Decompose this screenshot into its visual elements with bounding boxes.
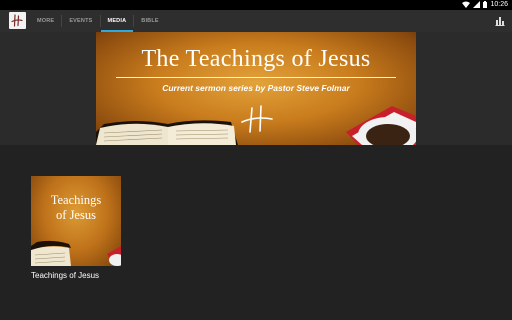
thumbnail-title: Teachings of Jesus — [31, 193, 121, 223]
thumbnail-title-line1: Teachings — [50, 193, 102, 207]
media-item-thumbnail[interactable]: Teachings of Jesus — [31, 176, 121, 266]
banner-title: The Teachings of Jesus — [141, 46, 371, 72]
status-time: 10:26 — [490, 1, 508, 8]
banner-subtitle: Current sermon series by Pastor Steve Fo… — [162, 83, 350, 93]
tab-bible[interactable]: BIBLE — [134, 10, 166, 32]
media-item-label[interactable]: Teachings of Jesus — [31, 271, 99, 280]
status-bar: 10:26 — [0, 0, 512, 10]
thumbnail-title-line2: of Jesus — [56, 208, 96, 222]
series-banner[interactable]: The Teachings of Jesus Current sermon se… — [96, 32, 416, 145]
nav-tabs: MORE EVENTS MEDIA BIBLE — [30, 10, 166, 32]
media-grid: Teachings of Jesus Teachings of Jesus — [0, 145, 512, 320]
status-icons: 10:26 — [462, 1, 508, 8]
church-logo-icon — [11, 14, 23, 27]
tab-media[interactable]: MEDIA — [100, 10, 134, 32]
wifi-icon — [462, 1, 471, 8]
battery-icon — [483, 1, 488, 8]
tab-events[interactable]: EVENTS — [62, 10, 99, 32]
hero-section: The Teachings of Jesus Current sermon se… — [0, 32, 512, 145]
tab-more[interactable]: MORE — [30, 10, 61, 32]
banner-divider — [116, 77, 396, 78]
app-logo[interactable] — [9, 12, 26, 29]
signal-icon — [473, 1, 481, 8]
app-bar: MORE EVENTS MEDIA BIBLE — [0, 10, 512, 32]
bar-chart-icon[interactable] — [494, 15, 506, 27]
